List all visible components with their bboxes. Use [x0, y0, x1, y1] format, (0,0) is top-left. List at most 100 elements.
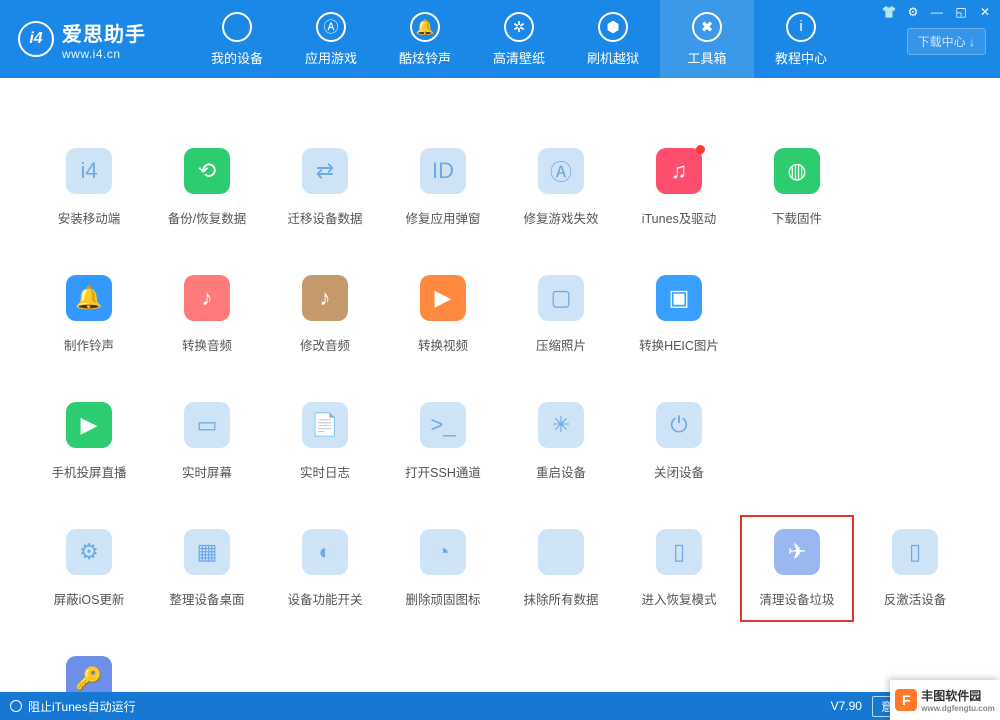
nav-label: 应用游戏	[305, 48, 357, 67]
nav-6[interactable]: i教程中心	[754, 0, 848, 78]
tool-icon: ▯	[656, 529, 702, 575]
tool-label: 压缩照片	[536, 335, 586, 354]
tool-整理设备桌面[interactable]: ▦ 整理设备桌面	[148, 529, 266, 608]
footer-left: 阻止iTunes自动运行	[10, 698, 831, 715]
tool-打开SSH通道[interactable]: >_打开SSH通道	[384, 402, 502, 481]
tool-icon	[538, 529, 584, 575]
tool-label: 整理设备桌面	[169, 589, 244, 608]
tool-label: 设备功能开关	[287, 589, 362, 608]
tool-icon: 🔔	[66, 275, 112, 321]
nav-label: 酷炫铃声	[399, 48, 451, 67]
nav-label: 工具箱	[687, 48, 726, 67]
tool-手机投屏直播[interactable]: ▶ 手机投屏直播	[30, 402, 148, 481]
tool-删除顽固图标[interactable]: ◔ 删除顽固图标	[384, 529, 502, 608]
tool-制作铃声[interactable]: 🔔 制作铃声	[30, 275, 148, 354]
tool-icon: ⟲	[184, 148, 230, 194]
toolbox-content: i4安装移动端 ⟲ 备份/恢复数据 ⇄迁移设备数据 ID 修复应用弹窗 Ⓐ修复游戏失效♫iT…	[0, 78, 1000, 692]
tool-label: 转换HEIC图片	[639, 335, 719, 354]
tool-抹除所有数据[interactable]: 抹除所有数据	[502, 529, 620, 608]
tool-清理设备垃圾[interactable]: ✈清理设备垃圾	[738, 529, 856, 608]
tool-icon: ▶	[66, 402, 112, 448]
nav-label: 我的设备	[211, 48, 263, 67]
tool-icon: ▦	[184, 529, 230, 575]
download-center-button[interactable]: 下载中心 ↓	[907, 28, 986, 55]
empty-cell	[856, 148, 974, 227]
nav-icon-0	[222, 12, 252, 42]
tool-转换HEIC图片[interactable]: ▣转换HEIC图片	[620, 275, 738, 354]
tool-转换音频[interactable]: ♪转换音频	[148, 275, 266, 354]
tool-icon: ▢	[538, 275, 584, 321]
app-header: i4 爱思助手 www.i4.cn 我的设备Ⓐ应用游戏🔔酷炫铃声✲高清壁纸⬢刷机…	[0, 0, 1000, 78]
tool-icon: ⚙	[66, 529, 112, 575]
tool-label: 实时屏幕	[182, 462, 232, 481]
empty-cell	[856, 402, 974, 481]
nav-5[interactable]: ✖ 工具箱	[660, 0, 754, 78]
nav-4[interactable]: ⬢刷机越狱	[566, 0, 660, 78]
tool-设备功能开关[interactable]: ◐ 设备功能开关	[266, 529, 384, 608]
close-icon[interactable]: ✕	[974, 2, 996, 22]
nav-0[interactable]: 我的设备	[190, 0, 284, 78]
tool-label: iTunes及驱动	[642, 208, 717, 227]
tool-icon: 📄	[302, 402, 348, 448]
tool-反激活设备[interactable]: ▯反激活设备	[856, 529, 974, 608]
watermark: F 丰图软件园 www.dgfengtu.com	[890, 680, 1000, 720]
tool-修复应用弹窗[interactable]: ID 修复应用弹窗	[384, 148, 502, 227]
tool-label: 屏蔽iOS更新	[54, 589, 125, 608]
nav-icon-3: ✲	[504, 12, 534, 42]
nav-icon-4: ⬢	[598, 12, 628, 42]
tool-备份/恢复数据[interactable]: ⟲ 备份/恢复数据	[148, 148, 266, 227]
tool-label: 删除顽固图标	[405, 589, 480, 608]
tool-icon: ◐	[302, 529, 348, 575]
tool-grid: i4安装移动端 ⟲ 备份/恢复数据 ⇄迁移设备数据 ID 修复应用弹窗 Ⓐ修复游戏失效♫iT…	[30, 148, 970, 692]
tool-label: 制作铃声	[64, 335, 114, 354]
tool-iTunes及驱动[interactable]: ♫iTunes及驱动	[620, 148, 738, 227]
tool-重启设备[interactable]: ✳重启设备	[502, 402, 620, 481]
tool-label: 备份/恢复数据	[168, 208, 246, 227]
restore-icon[interactable]: ◱	[950, 2, 972, 22]
minimize-icon[interactable]: —	[926, 2, 948, 22]
tool-实时日志[interactable]: 📄实时日志	[266, 402, 384, 481]
tool-安装移动端[interactable]: i4安装移动端	[30, 148, 148, 227]
tool-屏蔽iOS更新[interactable]: ⚙ 屏蔽iOS更新	[30, 529, 148, 608]
tool-icon: ▯	[892, 529, 938, 575]
tool-下载固件[interactable]: ◍下载固件	[738, 148, 856, 227]
tool-关闭设备[interactable]: ⏻关闭设备	[620, 402, 738, 481]
tool-修改音频[interactable]: ♪ 修改音频	[266, 275, 384, 354]
tool-实时屏幕[interactable]: ▭实时屏幕	[148, 402, 266, 481]
watermark-url: www.dgfengtu.com	[921, 704, 994, 713]
nav-icon-5: ✖	[692, 12, 722, 42]
tool-icon: ◍	[774, 148, 820, 194]
nav-label: 高清壁纸	[493, 48, 545, 67]
settings-icon[interactable]: ⚙	[902, 2, 924, 22]
tool-label: 手机投屏直播	[51, 462, 126, 481]
tool-label: 修复应用弹窗	[405, 208, 480, 227]
tool-进入恢复模式[interactable]: ▯ 进入恢复模式	[620, 529, 738, 608]
tool-icon: ▶	[420, 275, 466, 321]
nav-1[interactable]: Ⓐ应用游戏	[284, 0, 378, 78]
tool-icon: ID	[420, 148, 466, 194]
app-subtitle: www.i4.cn	[62, 47, 146, 61]
tool-label: 转换音频	[182, 335, 232, 354]
block-itunes-radio[interactable]	[10, 700, 22, 712]
block-itunes-label[interactable]: 阻止iTunes自动运行	[28, 698, 136, 715]
tool-迁移设备数据[interactable]: ⇄迁移设备数据	[266, 148, 384, 227]
tool-压缩照片[interactable]: ▢ 压缩照片	[502, 275, 620, 354]
tool-icon: ◔	[420, 529, 466, 575]
tool-修复游戏失效[interactable]: Ⓐ修复游戏失效	[502, 148, 620, 227]
skin-icon[interactable]: 👕	[878, 2, 900, 22]
tool-label: 进入恢复模式	[641, 589, 716, 608]
tool-label: 转换视频	[418, 335, 468, 354]
empty-cell	[738, 275, 856, 354]
logo-text: 爱思助手 www.i4.cn	[62, 18, 146, 61]
tool-转换视频[interactable]: ▶ 转换视频	[384, 275, 502, 354]
tool-icon: ⇄	[302, 148, 348, 194]
nav-2[interactable]: 🔔酷炫铃声	[378, 0, 472, 78]
tool-icon: Ⓐ	[538, 148, 584, 194]
empty-cell	[738, 402, 856, 481]
version-label: V7.90	[831, 699, 862, 713]
watermark-title: 丰图软件园	[921, 687, 994, 704]
nav-3[interactable]: ✲ 高清壁纸	[472, 0, 566, 78]
tool-icon: ♪	[302, 275, 348, 321]
tool-label: 修改音频	[300, 335, 350, 354]
tool-访问限制[interactable]: 🔑访问限制	[30, 656, 148, 692]
